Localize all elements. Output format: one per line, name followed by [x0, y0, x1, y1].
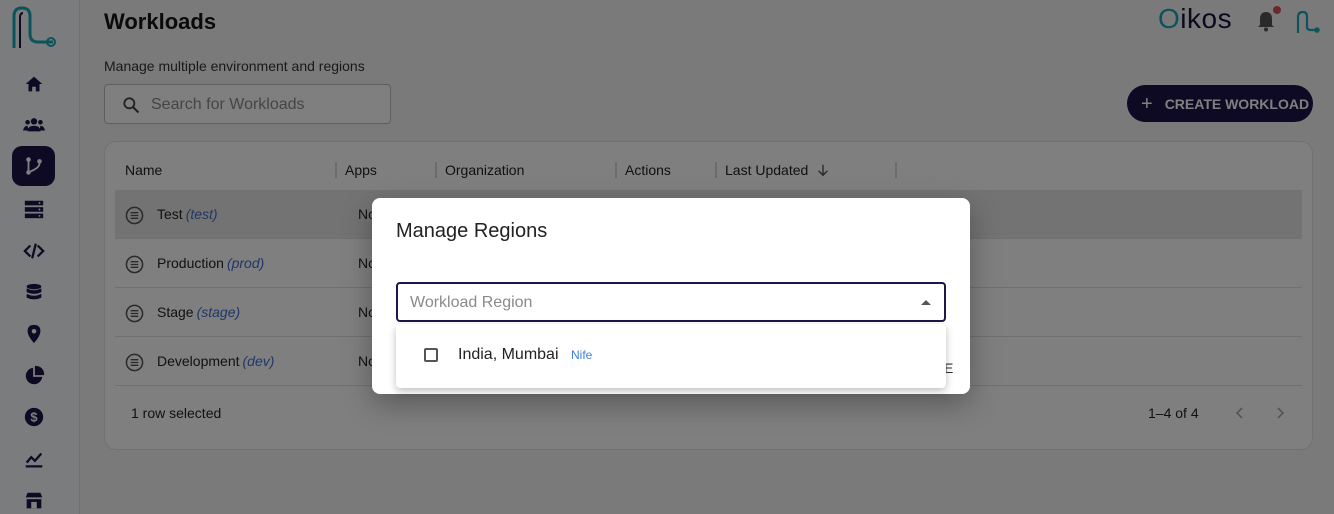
dialog-title: Manage Regions	[396, 220, 548, 242]
workload-region-select[interactable]	[396, 282, 946, 322]
workload-region-input[interactable]	[410, 293, 890, 313]
region-provider-tag: Nife	[571, 348, 593, 362]
caret-up-icon[interactable]	[921, 300, 931, 305]
region-option-label[interactable]: India, Mumbai	[458, 346, 559, 364]
region-option-checkbox[interactable]	[424, 348, 438, 362]
region-options-list: India, Mumbai Nife	[396, 324, 946, 388]
